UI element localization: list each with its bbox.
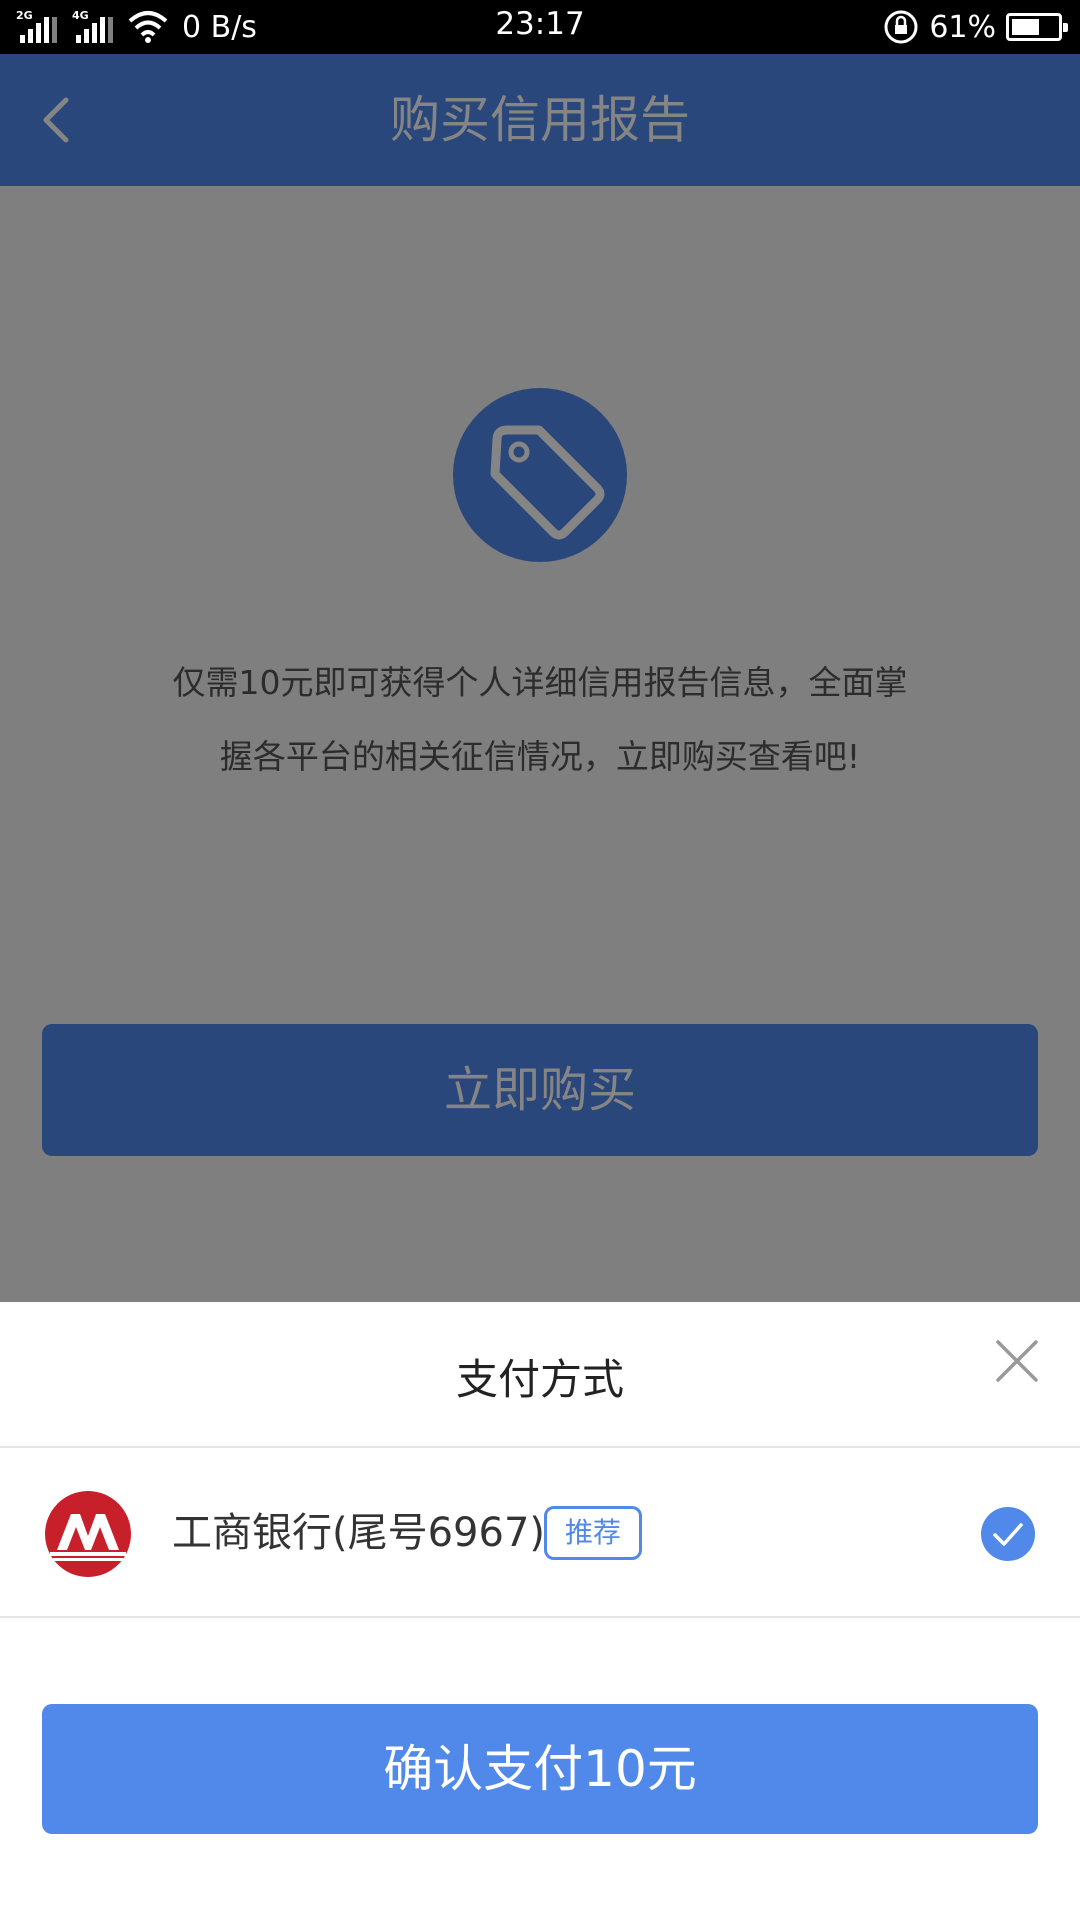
battery-icon	[1006, 13, 1068, 41]
payment-method-row[interactable]: 工商银行(尾号6967) 推荐	[0, 1450, 1080, 1616]
battery-fill	[1012, 19, 1039, 35]
status-bar: 2G 4G 0 B/s 23:17 61%	[0, 0, 1080, 54]
divider	[0, 1616, 1080, 1618]
confirm-payment-button[interactable]: 确认支付10元	[42, 1704, 1038, 1834]
modal-overlay[interactable]	[0, 54, 1080, 1302]
check-circle-icon[interactable]	[980, 1506, 1036, 1562]
payment-sheet: 支付方式 工商银行(尾号6967) 推荐 确认支付10元	[0, 1302, 1080, 1920]
battery-percent: 61%	[929, 9, 996, 45]
status-right: 61%	[883, 6, 1068, 48]
close-icon[interactable]	[994, 1338, 1040, 1384]
sheet-title: 支付方式	[455, 1355, 624, 1404]
bank-name: 工商银行(尾号6967)	[172, 1510, 546, 1556]
divider	[0, 1446, 1080, 1448]
recommended-badge: 推荐	[544, 1506, 643, 1560]
bank-logo-icon	[45, 1491, 131, 1577]
rotation-lock-icon	[884, 10, 918, 44]
